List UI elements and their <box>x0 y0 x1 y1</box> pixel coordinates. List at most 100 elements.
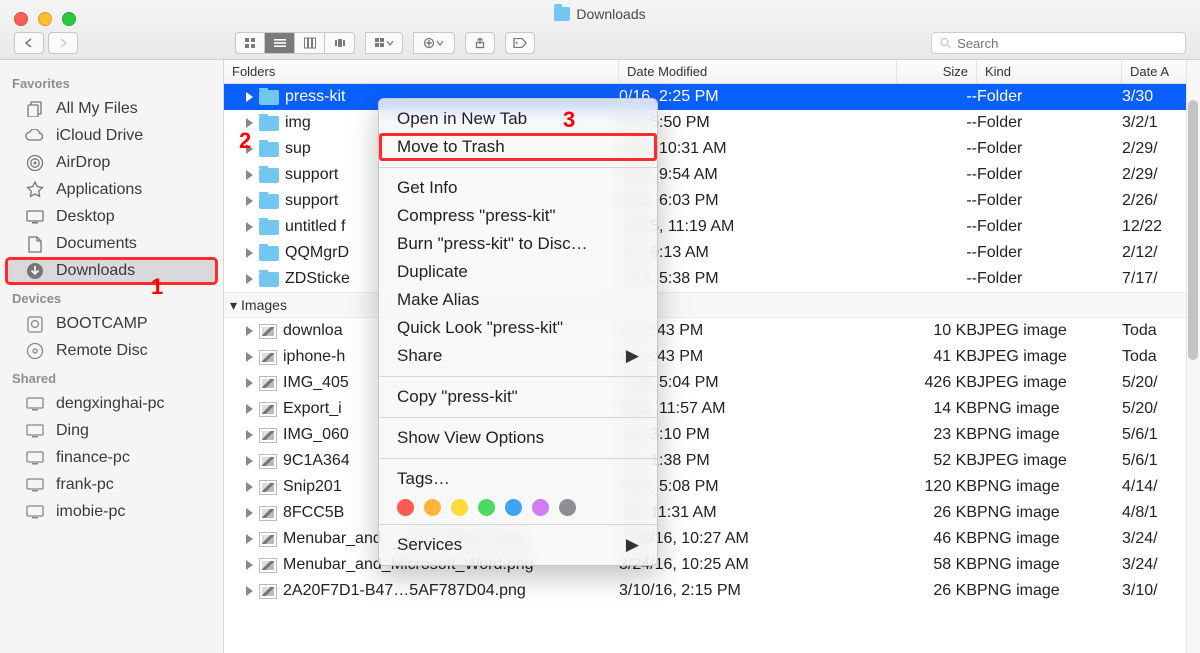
folder-icon <box>259 90 279 105</box>
vertical-scrollbar-track[interactable] <box>1186 60 1200 653</box>
file-row[interactable]: ZDSticke7/13, 5:38 PM--Folder7/17/ <box>224 266 1200 292</box>
col-header-size[interactable]: Size <box>897 60 977 83</box>
file-row[interactable]: 8FCC5B/16, 11:31 AM26 KBPNG image4/8/1 <box>224 500 1200 526</box>
sidebar-item-all-my-files[interactable]: All My Files <box>6 96 217 122</box>
tag-color-dot[interactable] <box>559 499 576 516</box>
disclosure-triangle-icon[interactable] <box>246 248 253 258</box>
context-menu-item[interactable]: Tags… <box>379 465 657 493</box>
context-menu-item[interactable]: Duplicate <box>379 258 657 286</box>
file-modified: 3/10/16, 2:15 PM <box>619 582 897 600</box>
sidebar-item-airdrop[interactable]: AirDrop <box>6 150 217 176</box>
context-menu-item[interactable]: Open in New Tab <box>379 105 657 133</box>
maximize-window-button[interactable] <box>62 12 76 26</box>
sidebar-item-downloads[interactable]: Downloads <box>6 258 217 284</box>
action-menu-button[interactable] <box>413 32 455 54</box>
sidebar-item-imobie-pc[interactable]: imobie-pc <box>6 499 217 525</box>
file-row[interactable]: sup9/16, 10:31 AM--Folder2/29/ <box>224 136 1200 162</box>
file-row[interactable]: IMG_060/16, 3:10 PM23 KBPNG image5/6/1 <box>224 422 1200 448</box>
col-header-modified[interactable]: Date Modified <box>619 60 897 83</box>
disclosure-triangle-icon[interactable] <box>246 222 253 232</box>
list-view-button[interactable] <box>265 32 295 54</box>
context-menu-item[interactable]: Move to Trash <box>379 133 657 161</box>
disclosure-triangle-icon[interactable] <box>246 378 253 388</box>
context-menu-item[interactable]: Show View Options <box>379 424 657 452</box>
context-menu-item[interactable]: Make Alias <box>379 286 657 314</box>
file-row[interactable]: downloaay, 2:43 PM10 KBJPEG imageToda <box>224 318 1200 344</box>
minimize-window-button[interactable] <box>38 12 52 26</box>
col-header-kind[interactable]: Kind <box>977 60 1122 83</box>
col-header-name[interactable]: Folders <box>224 60 619 83</box>
disclosure-triangle-icon[interactable] <box>246 274 253 284</box>
tag-color-dot[interactable] <box>505 499 522 516</box>
disclosure-triangle-icon[interactable] <box>246 534 253 544</box>
context-menu-item[interactable]: Share▶ <box>379 342 657 370</box>
column-headers[interactable]: Folders Date Modified Size Kind Date A <box>224 60 1200 84</box>
search-field[interactable] <box>931 32 1186 54</box>
context-menu-item[interactable]: Get Info <box>379 174 657 202</box>
disclosure-triangle-icon[interactable] <box>246 586 253 596</box>
sidebar-item-remote-disc[interactable]: Remote Disc <box>6 338 217 364</box>
coverflow-view-button[interactable] <box>325 32 355 54</box>
back-button[interactable] <box>14 32 44 54</box>
context-menu-item[interactable]: Services▶ <box>379 531 657 559</box>
tag-color-dot[interactable] <box>532 499 549 516</box>
disclosure-triangle-icon[interactable] <box>246 118 253 128</box>
disclosure-triangle-icon[interactable] <box>246 482 253 492</box>
file-row[interactable]: Snip2014/16, 5:08 PM120 KBPNG image4/14/ <box>224 474 1200 500</box>
close-window-button[interactable] <box>14 12 28 26</box>
tags-button[interactable] <box>505 32 535 54</box>
folder-icon <box>259 194 279 209</box>
sidebar-item-finance-pc[interactable]: finance-pc <box>6 445 217 471</box>
tag-color-dot[interactable] <box>397 499 414 516</box>
sidebar-item-bootcamp[interactable]: BOOTCAMP <box>6 311 217 337</box>
file-row[interactable]: Menubar_and_Microsoft_Word.png3/24/16, 1… <box>224 552 1200 578</box>
disclosure-triangle-icon[interactable] <box>246 170 253 180</box>
tag-color-dot[interactable] <box>478 499 495 516</box>
file-row[interactable]: IMG_4050/16, 5:04 PM426 KBJPEG image5/20… <box>224 370 1200 396</box>
disclosure-triangle-icon[interactable] <box>246 404 253 414</box>
sidebar-item-applications[interactable]: Applications <box>6 177 217 203</box>
tag-color-dot[interactable] <box>451 499 468 516</box>
share-button[interactable] <box>465 32 495 54</box>
column-view-button[interactable] <box>295 32 325 54</box>
arrange-button[interactable] <box>365 32 403 54</box>
disclosure-triangle-icon[interactable] <box>246 456 253 466</box>
file-row[interactable]: iphone-hay, 2:43 PM41 KBJPEG imageToda <box>224 344 1200 370</box>
file-modified: 6/16, 6:03 PM <box>619 192 897 210</box>
disclosure-triangle-icon[interactable] <box>246 430 253 440</box>
file-row[interactable]: QQMgrD/15, 9:13 AM--Folder2/12/ <box>224 240 1200 266</box>
disclosure-triangle-icon[interactable] <box>246 326 253 336</box>
file-list[interactable]: press-kit0/16, 2:25 PM--Folder3/30img/16… <box>224 84 1200 653</box>
file-row[interactable]: Export_i0/16, 11:57 AM14 KBPNG image5/20… <box>224 396 1200 422</box>
tag-color-dot[interactable] <box>424 499 441 516</box>
sidebar-item-icloud-drive[interactable]: iCloud Drive <box>6 123 217 149</box>
sidebar-item-documents[interactable]: Documents <box>6 231 217 257</box>
sidebar-item-frank-pc[interactable]: frank-pc <box>6 472 217 498</box>
context-menu-item[interactable]: Quick Look "press-kit" <box>379 314 657 342</box>
file-row[interactable]: Menubar_and_…soft_Word-1.png3/24/16, 10:… <box>224 526 1200 552</box>
sidebar-item-desktop[interactable]: Desktop <box>6 204 217 230</box>
sidebar-item-dengxinghai-pc[interactable]: dengxinghai-pc <box>6 391 217 417</box>
context-menu-item[interactable]: Copy "press-kit" <box>379 383 657 411</box>
disclosure-triangle-icon[interactable] <box>246 508 253 518</box>
context-menu[interactable]: Open in New TabMove to Trash Get InfoComp… <box>378 98 658 566</box>
disclosure-triangle-icon[interactable] <box>246 196 253 206</box>
file-row[interactable]: untitled f22/15, 11:19 AM--Folder12/22 <box>224 214 1200 240</box>
file-row[interactable]: press-kit0/16, 2:25 PM--Folder3/30 <box>224 84 1200 110</box>
context-menu-item[interactable]: Burn "press-kit" to Disc… <box>379 230 657 258</box>
vertical-scrollbar-thumb[interactable] <box>1188 100 1198 360</box>
disclosure-triangle-icon[interactable] <box>246 560 253 570</box>
sidebar-item-ding[interactable]: Ding <box>6 418 217 444</box>
search-input[interactable] <box>957 36 1177 51</box>
file-row[interactable]: support9/16, 9:54 AM--Folder2/29/ <box>224 162 1200 188</box>
image-file-icon <box>259 454 277 469</box>
file-row[interactable]: support6/16, 6:03 PM--Folder2/26/ <box>224 188 1200 214</box>
context-menu-item[interactable]: Compress "press-kit" <box>379 202 657 230</box>
file-row[interactable]: 9C1A364/16, 1:38 PM52 KBJPEG image5/6/1 <box>224 448 1200 474</box>
disclosure-triangle-icon[interactable] <box>246 352 253 362</box>
forward-button[interactable] <box>48 32 78 54</box>
file-row[interactable]: 2A20F7D1-B47…5AF787D04.png3/10/16, 2:15 … <box>224 578 1200 604</box>
file-row[interactable]: img/16, 5:50 PM--Folder3/2/1 <box>224 110 1200 136</box>
disclosure-triangle-icon[interactable] <box>246 92 253 102</box>
icon-view-button[interactable] <box>235 32 265 54</box>
